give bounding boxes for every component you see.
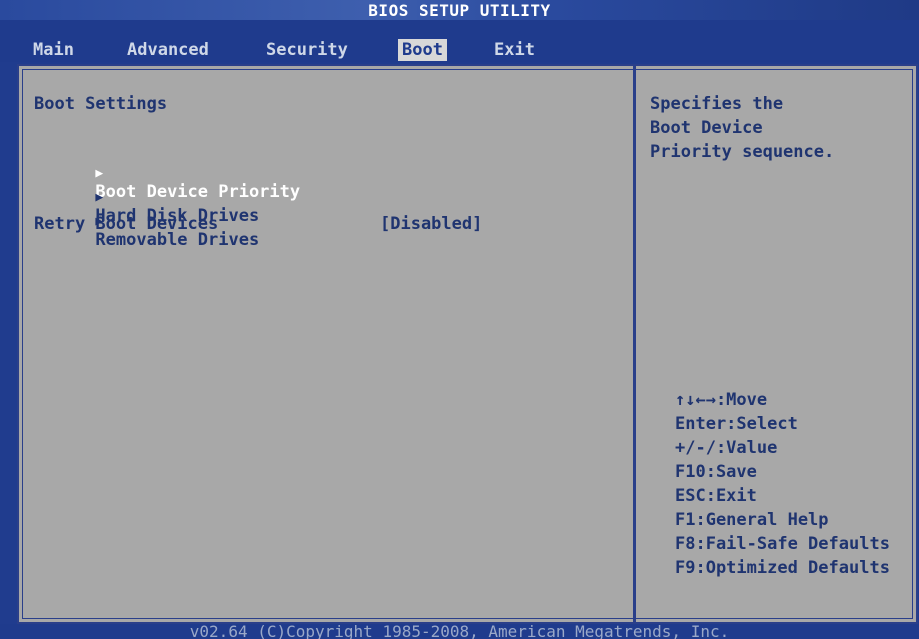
tab-main[interactable]: Main [29, 39, 78, 61]
app-title: BIOS SETUP UTILITY [368, 1, 551, 20]
tab-advanced[interactable]: Advanced [123, 39, 213, 61]
tab-boot[interactable]: Boot [398, 39, 447, 61]
help-description-line: Priority sequence. [650, 142, 835, 162]
tab-exit[interactable]: Exit [490, 39, 539, 61]
title-bar: BIOS SETUP UTILITY [0, 0, 919, 20]
help-key-general-help: F1:General Help [675, 510, 829, 530]
help-key-save: F10:Save [675, 462, 757, 482]
settings-panel: Boot Settings ▶ Boot Device Priority ▶ H… [17, 64, 918, 624]
help-key-exit: ESC:Exit [675, 486, 757, 506]
retry-boot-devices-value[interactable]: [Disabled] [380, 214, 482, 234]
panel-divider [633, 66, 636, 622]
help-description-line: Specifies the [650, 94, 784, 114]
help-description-line: Boot Device [650, 118, 763, 138]
bios-screen: BIOS SETUP UTILITY Main Advanced Securit… [0, 0, 919, 639]
section-title: Boot Settings [34, 94, 168, 114]
copyright-text: v02.64 (C)Copyright 1985-2008, American … [189, 622, 730, 639]
help-key-value: +/-/:Value [675, 438, 778, 458]
help-key-move: ↑↓←→:Move [675, 390, 768, 410]
menu-bar: Main Advanced Security Boot Exit [0, 20, 919, 62]
retry-boot-devices-label[interactable]: Retry Boot Devices [34, 214, 218, 234]
help-key-fail-safe: F8:Fail-Safe Defaults [675, 534, 890, 554]
help-key-optimized: F9:Optimized Defaults [675, 558, 890, 578]
help-key-select: Enter:Select [675, 414, 798, 434]
footer-bar: v02.64 (C)Copyright 1985-2008, American … [0, 624, 919, 639]
tab-security[interactable]: Security [262, 39, 352, 61]
